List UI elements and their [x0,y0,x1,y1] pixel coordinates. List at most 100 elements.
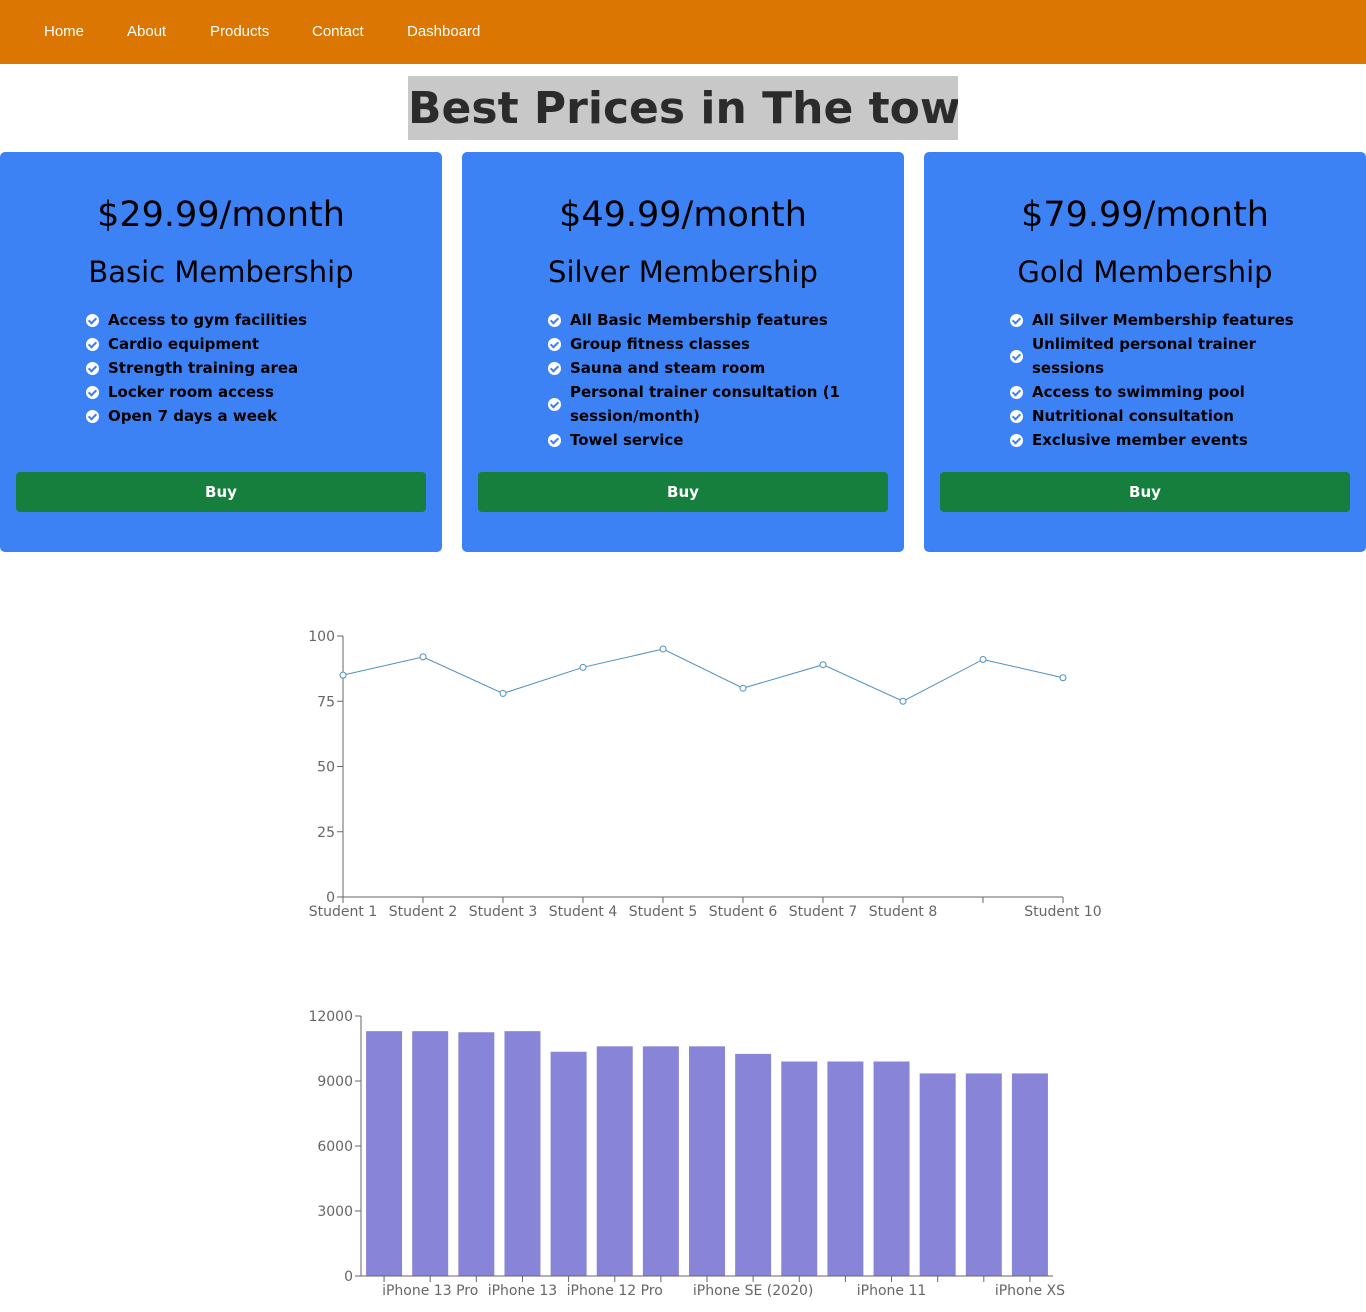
bar [550,1051,587,1276]
check-circle-icon [1010,410,1023,423]
check-circle-icon [548,314,561,327]
check-circle-icon [1010,434,1023,447]
feature-text: Personal trainer consultation (1 [570,383,840,401]
nav-link-products[interactable]: Products [210,22,269,42]
check-circle-icon [1010,314,1023,327]
feature-text: sessions [1032,359,1105,377]
data-point [499,689,507,697]
feature-text: Towel service [570,431,684,449]
feature-text: Nutritional consultation [1032,407,1234,425]
bar [412,1031,449,1276]
student-scores-line-chart: 0255075100Student 1 Student 2 Student 3 Stu… [308,629,1101,920]
buy-button-gold[interactable]: Buy [940,472,1350,512]
feature-item: All Basic Membership features [548,308,840,332]
feature-item: Access to gym facilities [86,308,307,332]
bar [735,1053,772,1276]
feature-item: Open 7 days a week [86,404,307,428]
page-headline: Best Prices in The town : [408,76,958,140]
check-circle-icon [1010,350,1023,363]
feature-text: Group fitness classes [570,335,750,353]
buy-button-basic[interactable]: Buy [16,472,426,512]
plan-price: $79.99/month [1021,195,1269,235]
check-circle-icon [548,434,561,447]
bar [504,1031,541,1276]
x-tick-label: iPhone SE (2020) [693,1283,813,1299]
y-tick-label: 6000 [317,1139,353,1155]
feature-text: Exclusive member events [1032,431,1248,449]
feature-text: Strength training area [108,359,299,377]
x-tick-label: Student 3 [469,904,537,920]
feature-item: Exclusive member events [1010,428,1294,452]
feature-item: Group fitness classes [548,332,840,356]
plan-name: Basic Membership [88,255,354,289]
feature-text: Unlimited personal trainer [1032,335,1257,353]
nav-link-about[interactable]: About [127,22,166,42]
x-tick-label: iPhone 11 [857,1283,927,1299]
bar [781,1061,818,1276]
y-tick-label: 100 [308,629,335,645]
bar [873,1061,910,1276]
bar [919,1073,956,1276]
data-point [1059,674,1067,682]
check-circle-icon [1010,386,1023,399]
check-circle-icon [548,338,561,351]
nav-link-home[interactable]: Home [44,22,84,42]
buy-button-silver[interactable]: Buy [478,472,888,512]
feature-text: Cardio equipment [108,335,260,353]
feature-text: All Basic Membership features [570,311,828,329]
x-tick-label: Student 4 [549,904,618,920]
feature-item: All Silver Membership features [1010,308,1294,332]
bar [596,1046,633,1276]
y-tick-label: 25 [317,825,335,841]
plan-price: $49.99/month [559,195,807,235]
feature-text: Open 7 days a week [108,407,278,425]
x-tick-label: Student 6 [709,904,778,920]
feature-list: All Silver Membership features Unlimited … [1010,308,1294,452]
navbar: Home About Products Contact Dashboard [0,0,1366,64]
x-tick-label: Student 10 [1024,904,1101,920]
nav-link-dashboard[interactable]: Dashboard [407,22,480,42]
feature-item: Strength training area [86,356,307,380]
check-circle-icon [86,314,99,327]
bar [642,1046,679,1276]
feature-item: Personal trainer consultation (1 session/… [548,380,840,428]
data-point [419,653,427,661]
y-tick-label: 50 [317,760,335,776]
feature-list: Access to gym facilities Cardio equipment… [86,308,307,428]
check-circle-icon [86,338,99,351]
check-circle-icon [548,362,561,375]
feature-list: All Basic Membership features Group fitne… [548,308,840,452]
feature-item: Access to swimming pool [1010,380,1294,404]
x-tick-label: Student 5 [629,904,697,920]
series-line [342,648,1064,702]
feature-item: Towel service [548,428,840,452]
feature-text: All Silver Membership features [1032,311,1294,329]
check-circle-icon [86,386,99,399]
data-point [819,661,827,669]
x-tick-label: iPhone 13 [488,1283,558,1299]
data-point [979,655,987,663]
y-tick-label: 3000 [317,1204,353,1220]
x-tick-label: Student 2 [389,904,457,920]
nav-link-contact[interactable]: Contact [312,22,364,42]
plan-price: $29.99/month [97,195,345,235]
check-circle-icon [86,362,99,375]
bar [689,1046,725,1276]
x-tick-label: iPhone 12 Pro [567,1283,663,1299]
x-tick-label: iPhone XS [995,1283,1065,1299]
data-point [739,684,747,692]
bar [965,1073,1002,1276]
x-tick-label: Student 8 [869,904,937,920]
y-tick-label: 9000 [317,1074,353,1090]
bar [458,1032,495,1276]
bar [827,1061,864,1276]
data-point [659,645,667,653]
feature-item: Cardio equipment [86,332,307,356]
data-point [339,671,347,679]
plan-name: Silver Membership [548,255,818,289]
feature-item: Locker room access [86,380,307,404]
check-circle-icon [548,398,561,411]
iphone-bar-chart: 0 3000 6000 9000 12000 iPhone 13 Pro iPhone 13… [308,1009,1065,1299]
x-tick-label: iPhone 13 Pro [382,1283,478,1299]
feature-text: Access to swimming pool [1032,383,1245,401]
